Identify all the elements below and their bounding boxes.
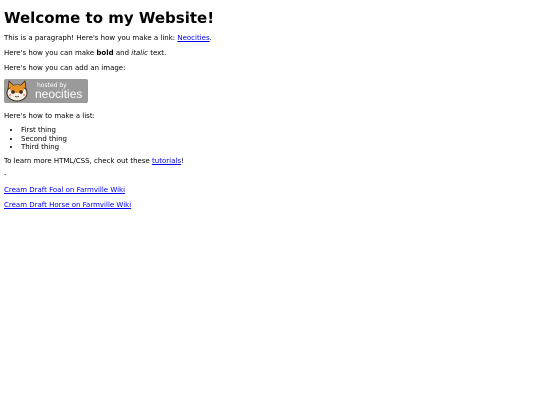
tutorials-text: To learn more HTML/CSS, check out these [4, 157, 153, 165]
intro-paragraph: This is a paragraph! Here's how you make… [4, 34, 212, 43]
hosted-by-neocities-badge[interactable]: hosted by neocities [4, 79, 88, 103]
formatting-end: text. [147, 49, 167, 57]
intro-period: . [209, 34, 212, 42]
cream-draft-foal-link[interactable]: Cream Draft Foal on Farmville Wiki [4, 186, 125, 194]
neocities-cat-icon [6, 80, 28, 102]
italic-text: italic [131, 49, 148, 57]
tutorials-link[interactable]: tutorials [152, 157, 181, 165]
formatting-text: Here's how you can make [4, 49, 97, 57]
cream-draft-horse-link[interactable]: Cream Draft Horse on Farmville Wiki [4, 201, 131, 209]
list-item: Second thing [21, 135, 67, 144]
list-paragraph: Here's how to make a list: [4, 112, 95, 120]
tutorials-exclaim: ! [180, 157, 184, 165]
list-item: First thing [21, 126, 67, 135]
page-title: Welcome to my Website! [4, 9, 215, 27]
foal-link-paragraph: Cream Draft Foal on Farmville Wiki [4, 186, 125, 195]
bold-text: bold [96, 49, 114, 57]
badge-big-text: neocities [35, 87, 83, 101]
formatting-paragraph: Here's how you can make bold and italic … [4, 49, 166, 58]
formatting-and: and [113, 49, 132, 57]
bullet-list: First thing Second thing Third thing [4, 126, 67, 152]
neocities-link[interactable]: Neocities [177, 34, 209, 42]
horse-link-paragraph: Cream Draft Horse on Farmville Wiki [4, 201, 131, 210]
intro-text: This is a paragraph! Here's how you make… [4, 34, 178, 42]
image-paragraph: Here's how you can add an image: [4, 64, 126, 72]
dash-separator: - [4, 171, 7, 179]
tutorials-paragraph: To learn more HTML/CSS, check out these … [4, 157, 184, 166]
list-item: Third thing [21, 143, 67, 152]
